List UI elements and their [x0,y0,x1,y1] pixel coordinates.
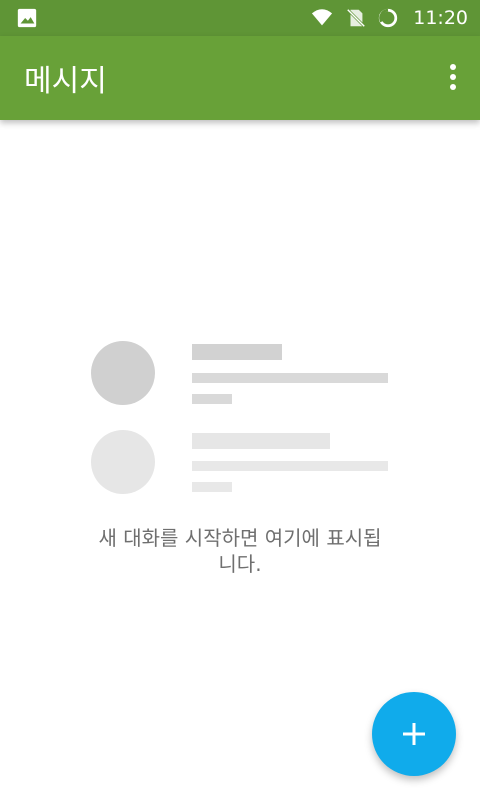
more-vert-icon[interactable] [448,64,458,94]
app-bar: 메시지 [0,36,480,120]
empty-state-line-2: 니다. [218,552,262,576]
plus-icon [403,723,425,745]
placeholder-line [192,433,330,449]
placeholder-line [192,373,388,383]
empty-state-line-1: 새 대화를 시작하면 여기에 표시됩 [98,526,382,550]
empty-state-message: 새 대화를 시작하면 여기에 표시됩 니다. [60,525,420,577]
image-icon [17,8,37,28]
status-time: 11:20 [413,7,468,29]
placeholder-line [192,344,282,360]
placeholder-avatar-1 [91,341,155,405]
battery-icon [379,8,398,28]
page-title: 메시지 [24,64,107,99]
status-bar: 11:20 [0,0,480,36]
placeholder-line [192,482,232,492]
new-conversation-button[interactable] [372,692,456,776]
placeholder-avatar-2 [91,430,155,494]
no-sim-icon [347,8,366,28]
placeholder-line [192,394,232,404]
wifi-icon [312,9,333,26]
placeholder-line [192,461,388,471]
